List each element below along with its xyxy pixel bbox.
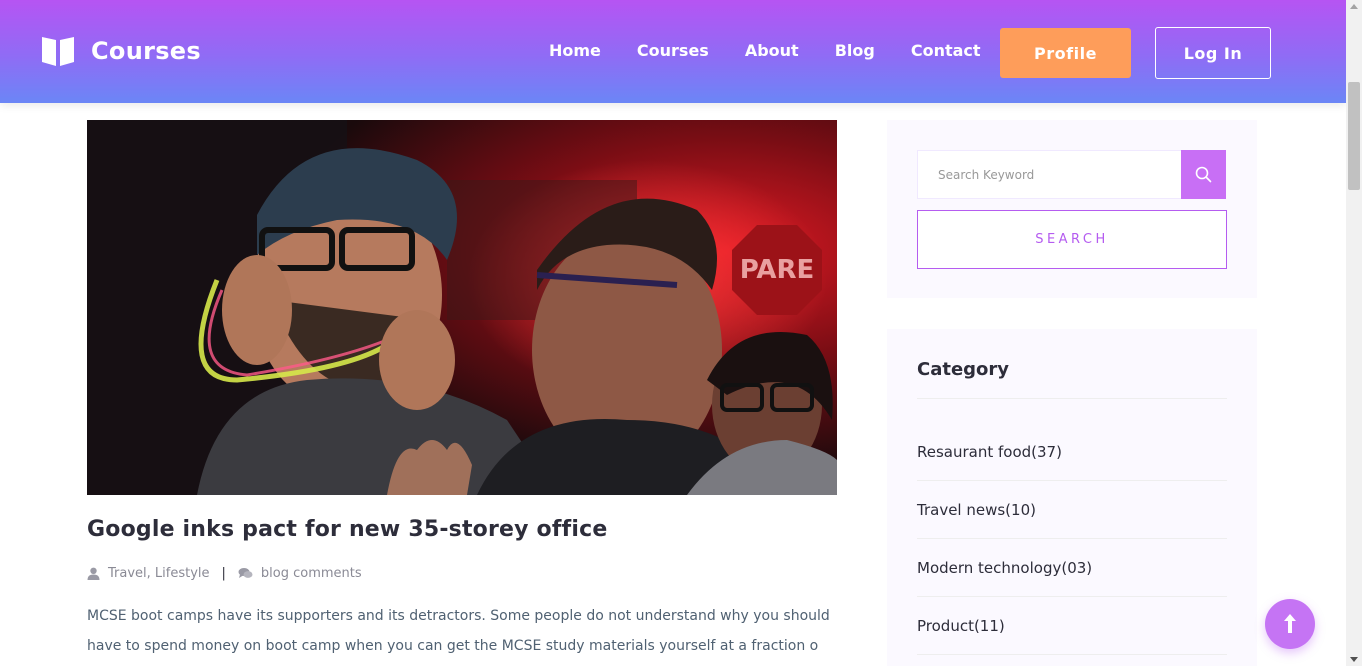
- svg-text:PARE: PARE: [740, 255, 815, 285]
- arrow-up-icon: [1284, 614, 1296, 633]
- back-to-top-button[interactable]: [1265, 599, 1315, 649]
- nav-home[interactable]: Home: [531, 40, 619, 62]
- scroll-thumb[interactable]: [1348, 82, 1360, 190]
- search-widget: SEARCH: [887, 120, 1257, 298]
- profile-button[interactable]: Profile: [1000, 28, 1131, 78]
- login-button[interactable]: Log In: [1155, 27, 1271, 79]
- post-excerpt: MCSE boot camps have its supporters and …: [87, 608, 830, 654]
- meta-separator: |: [221, 566, 226, 581]
- category-widget: Category Resaurant food(37) Travel news(…: [887, 329, 1257, 666]
- nav-blog[interactable]: Blog: [817, 40, 893, 62]
- nav-courses[interactable]: Courses: [619, 40, 727, 62]
- search-button[interactable]: SEARCH: [917, 210, 1227, 269]
- site-logo[interactable]: Courses: [40, 34, 201, 68]
- search-input[interactable]: [917, 150, 1182, 199]
- nav-contact[interactable]: Contact: [893, 40, 999, 62]
- category-item-modern-technology[interactable]: Modern technology(03): [917, 539, 1227, 597]
- scroll-up-arrow-icon[interactable]: [1350, 4, 1358, 9]
- brand-name: Courses: [91, 37, 201, 65]
- category-list: Resaurant food(37) Travel news(10) Moder…: [917, 423, 1227, 655]
- category-item-product[interactable]: Product(11): [917, 597, 1227, 655]
- post-title[interactable]: Google inks pact for new 35-storey offic…: [87, 517, 608, 542]
- category-item-travel-news[interactable]: Travel news(10): [917, 481, 1227, 539]
- search-icon: [1195, 166, 1212, 183]
- main-nav: Home Courses About Blog Contact: [531, 40, 999, 62]
- post-image[interactable]: PARE: [87, 120, 837, 495]
- comments-icon: [238, 568, 253, 578]
- post-categories[interactable]: Travel, Lifestyle: [108, 566, 210, 581]
- category-title: Category: [917, 359, 1010, 380]
- category-divider: [917, 398, 1227, 399]
- user-icon: [87, 567, 100, 580]
- nav-about[interactable]: About: [727, 40, 817, 62]
- post-comments-link[interactable]: blog comments: [261, 566, 362, 581]
- scroll-down-arrow-icon[interactable]: [1350, 657, 1358, 662]
- post-photo: PARE: [87, 120, 837, 495]
- category-item-restaurant-food[interactable]: Resaurant food(37): [917, 423, 1227, 481]
- book-icon: [42, 37, 74, 66]
- site-header: Courses Home Courses About Blog Contact …: [0, 0, 1346, 103]
- search-icon-button[interactable]: [1181, 150, 1226, 199]
- page-scrollbar[interactable]: [1346, 0, 1362, 666]
- post-meta: Travel, Lifestyle | blog comments: [87, 566, 362, 581]
